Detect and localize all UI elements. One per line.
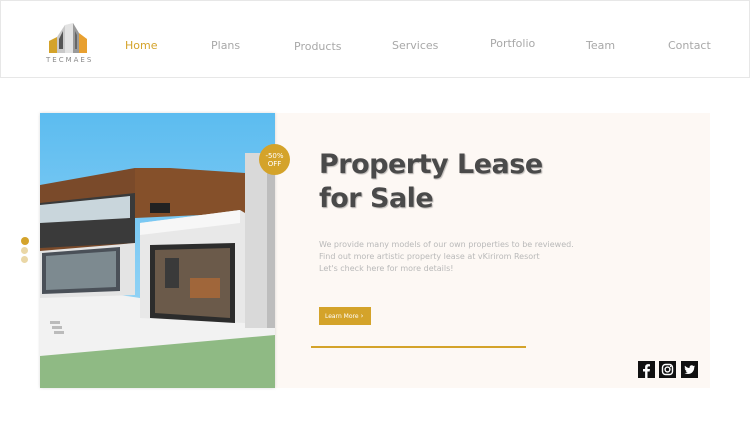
- nav-item-team[interactable]: Team: [586, 39, 615, 52]
- slider-dots: [20, 237, 29, 265]
- hero-title-line2: for Sale: [319, 183, 434, 214]
- discount-badge-percent: -50%: [265, 152, 284, 160]
- learn-more-label: Learn More: [325, 313, 359, 320]
- learn-more-button[interactable]: Learn More ›: [319, 307, 371, 325]
- slider-dot-1[interactable]: [20, 237, 29, 245]
- hero-title-line1: Property Lease: [319, 149, 543, 180]
- hero-property-image: [40, 113, 275, 388]
- nav-item-products[interactable]: Products: [294, 40, 342, 53]
- nav-item-services[interactable]: Services: [392, 39, 438, 52]
- hero-description: We provide many models of our own proper…: [319, 239, 574, 275]
- slider-dot-2[interactable]: [21, 247, 28, 254]
- nav-item-portfolio[interactable]: Portfolio: [490, 37, 535, 50]
- logo-text: TECMAES: [46, 56, 94, 64]
- discount-badge-off: OFF: [267, 160, 282, 168]
- hero-title: Property Lease for Sale: [319, 148, 579, 216]
- facebook-icon[interactable]: [638, 361, 655, 378]
- accent-divider: [311, 346, 526, 348]
- nav-item-home[interactable]: Home: [125, 39, 157, 52]
- chevron-right-icon: ›: [360, 312, 364, 320]
- slider-dot-3[interactable]: [21, 256, 28, 263]
- instagram-icon[interactable]: [659, 361, 676, 378]
- discount-badge: -50% OFF: [259, 144, 290, 175]
- twitter-icon[interactable]: [681, 361, 698, 378]
- nav-item-plans[interactable]: Plans: [211, 39, 240, 52]
- hero-description-line2: Find out more artistic property lease at…: [319, 252, 540, 261]
- hero-description-line1: We provide many models of our own proper…: [319, 240, 574, 249]
- site-header: TECMAES Home Plans Products Services Por…: [0, 0, 750, 78]
- main-nav: Home Plans Products Services Portfolio T…: [1, 37, 750, 55]
- nav-item-contact[interactable]: Contact: [668, 39, 711, 52]
- hero-description-line3: Let's check here for more details!: [319, 264, 454, 273]
